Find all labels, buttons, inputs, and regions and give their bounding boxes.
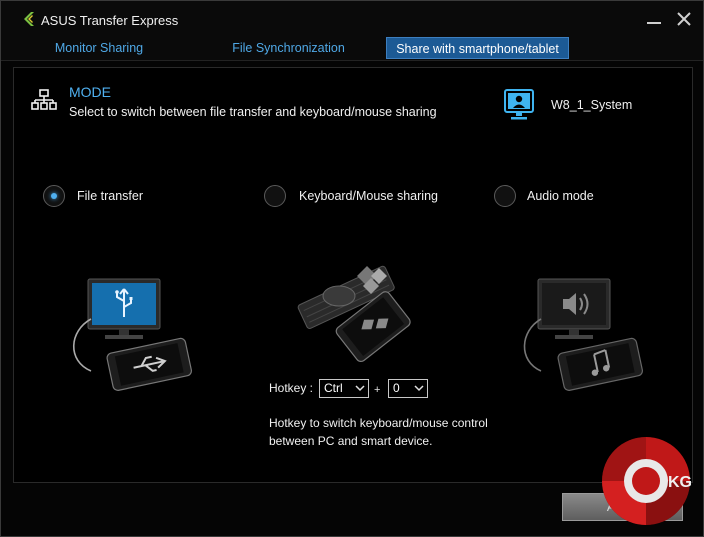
watermark-text: KG bbox=[668, 474, 692, 491]
tab-bar: Monitor Sharing File Synchronization Sha… bbox=[1, 35, 703, 61]
radio-file-transfer[interactable] bbox=[43, 185, 65, 207]
chevron-down-icon bbox=[414, 385, 424, 392]
hotkey-modifier-select[interactable]: Ctrl bbox=[319, 379, 369, 398]
mode-title: MODE bbox=[69, 84, 111, 100]
asus-logo-icon bbox=[24, 12, 34, 26]
minimize-icon[interactable] bbox=[644, 9, 664, 29]
radio-label-audio-mode[interactable]: Audio mode bbox=[527, 189, 594, 203]
hotkey-description: Hotkey to switch keyboard/mouse control … bbox=[269, 416, 488, 448]
hotkey-label: Hotkey : bbox=[269, 381, 314, 395]
hotkey-key-select[interactable]: 0 bbox=[388, 379, 428, 398]
tab-monitor-sharing[interactable]: Monitor Sharing bbox=[19, 37, 179, 59]
chevron-down-icon bbox=[355, 385, 365, 392]
audio-mode-illustration bbox=[523, 278, 643, 391]
kg-watermark-logo: KG bbox=[602, 437, 692, 525]
radio-keyboard-mouse-sharing[interactable] bbox=[264, 185, 286, 207]
hotkey-key-value: 0 bbox=[393, 381, 400, 395]
close-icon[interactable] bbox=[674, 9, 694, 29]
user-monitor-icon bbox=[504, 89, 534, 120]
hotkey-plus: + bbox=[374, 384, 381, 396]
radio-label-file-transfer[interactable]: File transfer bbox=[77, 189, 143, 203]
file-transfer-illustration bbox=[72, 278, 192, 391]
radio-label-keyboard-mouse-sharing[interactable]: Keyboard/Mouse sharing bbox=[299, 189, 438, 203]
window-title: ASUS Transfer Express bbox=[41, 13, 179, 28]
tab-file-synchronization[interactable]: File Synchronization bbox=[206, 37, 371, 59]
system-name: W8_1_System bbox=[551, 98, 633, 112]
tab-share-smartphone-tablet[interactable]: Share with smartphone/tablet bbox=[386, 37, 569, 59]
radio-audio-mode[interactable] bbox=[494, 185, 516, 207]
network-icon bbox=[31, 89, 57, 110]
keyboard-mouse-illustration bbox=[297, 265, 411, 363]
mode-description: Select to switch between file transfer a… bbox=[69, 105, 437, 119]
app-window: ASUS Transfer Express Monitor Sharing Fi… bbox=[0, 0, 704, 537]
hotkey-modifier-value: Ctrl bbox=[324, 381, 343, 395]
title-bar: ASUS Transfer Express bbox=[1, 1, 703, 35]
